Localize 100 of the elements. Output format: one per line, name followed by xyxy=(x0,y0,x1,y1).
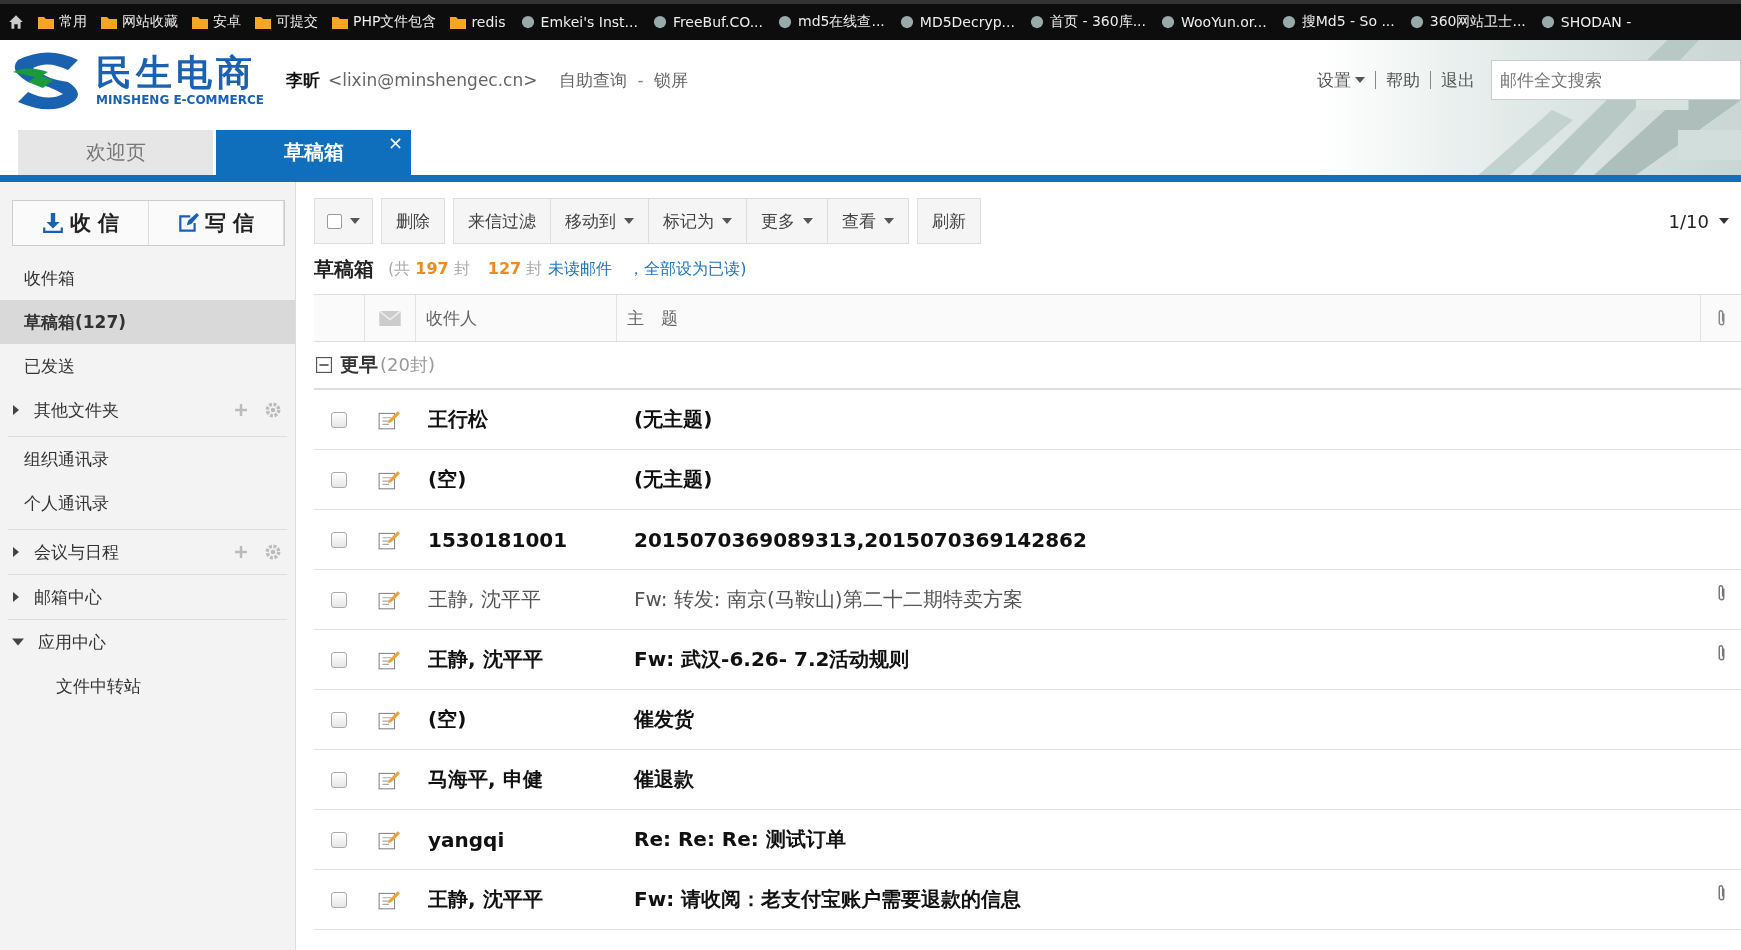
top-link[interactable]: 帮助 xyxy=(1386,68,1420,92)
tab[interactable]: 草稿箱 × xyxy=(216,130,411,175)
receive-button[interactable]: 收 信 xyxy=(13,201,149,245)
subject-cell[interactable]: 2015070369089313,2015070369142862 xyxy=(632,527,1701,552)
bookmark[interactable]: 安卓 xyxy=(192,13,241,31)
folder-title: 草稿箱 xyxy=(314,255,374,283)
expand-icon[interactable] xyxy=(12,547,20,557)
gear-icon[interactable] xyxy=(265,544,281,560)
column-header[interactable]: 收件人 xyxy=(416,295,617,341)
checkbox[interactable] xyxy=(331,711,347,728)
bookmark[interactable]: redis xyxy=(450,14,506,30)
folder-icon xyxy=(38,15,54,29)
compose-button[interactable]: 写 信 xyxy=(148,201,284,245)
bookmark[interactable]: FreeBuf.CO... xyxy=(651,14,763,30)
bookmark[interactable]: SHODAN - xyxy=(1539,14,1632,30)
subject-cell[interactable]: Re: Re: Re: 测试订单 xyxy=(632,826,1701,853)
bookmark[interactable]: 常用 xyxy=(38,13,87,31)
draft-icon xyxy=(378,589,400,610)
sidebar-item[interactable]: 邮箱中心 xyxy=(0,575,295,619)
checkbox[interactable] xyxy=(331,771,347,788)
draft-icon xyxy=(378,409,400,430)
collapse-icon[interactable] xyxy=(316,357,332,373)
group-label: 更早 xyxy=(340,352,378,377)
bookmark[interactable]: 搜Md5 - So ... xyxy=(1280,13,1395,31)
bookmark[interactable]: MD5Decryp... xyxy=(898,14,1015,30)
site-icon xyxy=(1408,15,1425,29)
subject-cell[interactable]: (无主题) xyxy=(632,466,1701,493)
recipient-cell-text: (空) xyxy=(427,706,468,733)
sidebar-item[interactable]: 文件中转站 xyxy=(0,664,295,708)
toolbar-button[interactable]: 来信过滤 xyxy=(453,198,551,244)
page-indicator[interactable]: 1/10 xyxy=(1668,210,1729,232)
collapse-icon[interactable] xyxy=(12,638,24,646)
recipient-cell-text: 1530181001 xyxy=(427,527,569,552)
draft-icon xyxy=(378,529,400,550)
bookmark[interactable]: 首页 - 360库... xyxy=(1028,13,1146,31)
subject-cell[interactable]: Fw: 转发: 南京(马鞍山)第二十二期特卖方案 xyxy=(632,586,1701,613)
draft-icon xyxy=(378,469,400,490)
gear-icon[interactable] xyxy=(265,402,281,418)
bookmark[interactable]: md5在线查... xyxy=(777,13,885,31)
plus-icon[interactable] xyxy=(235,404,247,416)
expand-icon[interactable] xyxy=(12,592,20,602)
envelope-icon xyxy=(379,310,401,326)
subject-cell[interactable]: Fw: 武汉-6.26- 7.2活动规则 xyxy=(632,646,1701,673)
self-service-link[interactable]: 自助查询 xyxy=(559,68,628,92)
checkbox[interactable] xyxy=(331,531,347,548)
draft-icon xyxy=(378,769,400,790)
sidebar-item[interactable]: 其他文件夹 xyxy=(0,388,295,432)
recipient-cell-text: 王行松 xyxy=(427,406,489,433)
toolbar-button[interactable]: 刷新 xyxy=(917,198,981,244)
logo-subtitle: MINSHENG E-COMMERCE xyxy=(96,93,264,107)
site-icon xyxy=(651,15,668,29)
bookmark[interactable]: WooYun.or... xyxy=(1160,14,1267,30)
plus-icon[interactable] xyxy=(235,546,247,558)
bookmark[interactable]: PHP文件包含 xyxy=(332,13,437,31)
paperclip-icon xyxy=(1716,309,1726,327)
sidebar-item[interactable]: 已发送 xyxy=(0,344,295,388)
sidebar-item[interactable]: 应用中心 xyxy=(0,620,295,664)
home-icon[interactable] xyxy=(8,14,24,30)
subject-cell[interactable]: (无主题) xyxy=(632,406,1701,433)
bookmark[interactable]: 可提交 xyxy=(255,13,318,31)
folder-icon xyxy=(450,15,467,29)
subject-cell[interactable]: Fw: 请收阅：老支付宝账户需要退款的信息 xyxy=(632,886,1701,913)
site-icon xyxy=(777,15,793,29)
toolbar-button[interactable]: 查看 xyxy=(828,198,909,244)
toolbar-button[interactable]: 标记为 xyxy=(649,198,747,244)
close-button[interactable]: × xyxy=(387,132,403,153)
unread-link[interactable]: 未读邮件 xyxy=(548,258,613,280)
separator: - xyxy=(637,70,644,90)
checkbox[interactable] xyxy=(331,831,347,848)
bookmark[interactable]: Emkei's Inst... xyxy=(519,14,638,30)
column-header[interactable]: 主 题 xyxy=(617,295,1701,341)
top-link[interactable]: 设置 xyxy=(1317,68,1365,92)
checkbox[interactable] xyxy=(331,891,347,908)
sidebar-item[interactable]: 会议与日程 xyxy=(0,530,295,574)
bookmark[interactable]: 360网站卫士... xyxy=(1408,13,1526,31)
subject-cell[interactable]: 催发货 xyxy=(632,706,1701,733)
select-dropdown[interactable] xyxy=(314,198,373,244)
checkbox[interactable] xyxy=(331,411,347,428)
checkbox[interactable] xyxy=(331,471,347,488)
sidebar-item[interactable]: 草稿箱(127) xyxy=(0,300,295,344)
search-field[interactable]: 邮件全文搜索 xyxy=(1491,60,1741,100)
mark-all-read-link[interactable]: ，全部设为已读) xyxy=(628,258,747,280)
draft-icon xyxy=(378,649,400,670)
sidebar-item[interactable]: 组织通讯录 xyxy=(0,437,295,481)
sidebar-item[interactable]: 收件箱 xyxy=(0,256,295,300)
unread-count: 127 封 xyxy=(487,258,543,280)
caret-icon xyxy=(1719,218,1729,224)
expand-icon[interactable] xyxy=(12,405,20,415)
sidebar-item[interactable]: 个人通讯录 xyxy=(0,481,295,525)
lock-screen-link[interactable]: 锁屏 xyxy=(653,68,688,92)
checkbox[interactable] xyxy=(331,591,347,608)
toolbar-button[interactable]: 更多 xyxy=(747,198,828,244)
toolbar-button[interactable]: 移动到 xyxy=(551,198,649,244)
checkbox[interactable] xyxy=(331,651,347,668)
top-link[interactable]: 退出 xyxy=(1441,68,1475,92)
caret-icon xyxy=(803,218,813,224)
tab[interactable]: 欢迎页 xyxy=(18,130,213,175)
bookmark[interactable]: 网站收藏 xyxy=(101,13,178,31)
subject-cell[interactable]: 催退款 xyxy=(632,766,1701,793)
toolbar-button[interactable]: 删除 xyxy=(381,198,445,244)
